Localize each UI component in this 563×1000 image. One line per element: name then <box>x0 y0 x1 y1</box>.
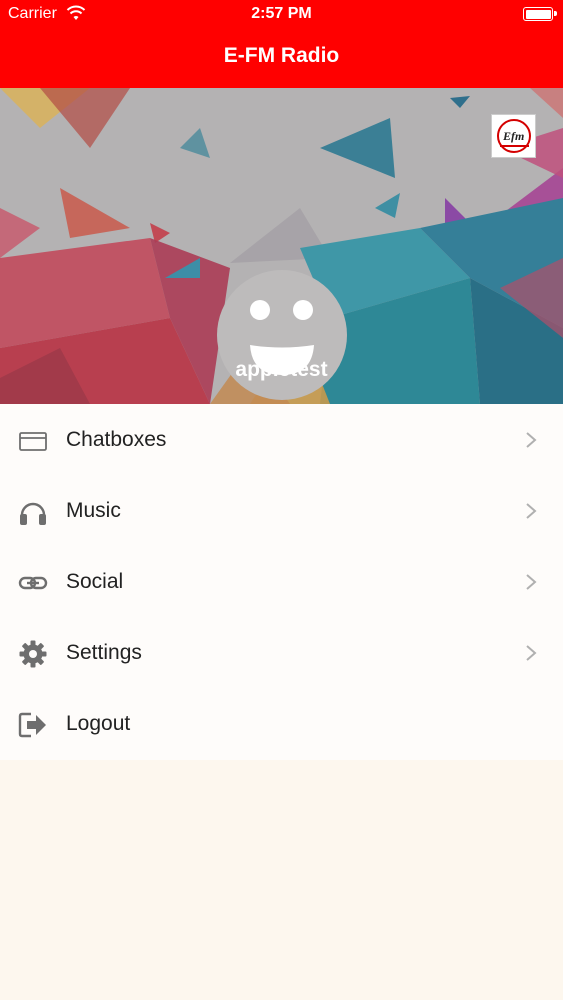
status-time: 2:57 PM <box>251 5 312 22</box>
menu-item-social[interactable]: Social <box>0 546 563 617</box>
menu-item-label: Chatboxes <box>66 428 167 451</box>
menu-item-label: Social <box>66 570 124 593</box>
link-icon <box>18 576 48 590</box>
chevron-right-icon <box>526 574 537 590</box>
logo-text: Efm <box>502 129 524 143</box>
gear-icon <box>19 640 47 668</box>
chevron-right-icon <box>526 432 537 448</box>
menu-item-settings[interactable]: Settings <box>0 617 563 688</box>
menu-item-label: Settings <box>66 641 142 664</box>
profile-header: Efm appletest <box>0 88 563 404</box>
menu-item-label: Music <box>66 499 121 522</box>
side-menu: Chatboxes Music Social Settings Logout <box>0 404 563 760</box>
navigation-bar: E-FM Radio <box>0 30 563 88</box>
efm-logo: Efm <box>491 114 536 158</box>
menu-item-label: Logout <box>66 712 131 735</box>
menu-item-logout[interactable]: Logout <box>0 688 563 759</box>
logout-icon <box>18 712 46 738</box>
username: appletest <box>235 358 328 381</box>
status-bar: Carrier 2:57 PM <box>0 0 563 30</box>
headphones-icon <box>20 502 46 525</box>
empty-area <box>0 760 563 1000</box>
menu-item-chatboxes[interactable]: Chatboxes <box>0 404 563 475</box>
battery-icon <box>523 7 557 21</box>
chatbox-icon <box>19 432 47 451</box>
menu-item-music[interactable]: Music <box>0 475 563 546</box>
chevron-right-icon <box>526 503 537 519</box>
chevron-right-icon <box>526 645 537 661</box>
page-title: E-FM Radio <box>223 44 340 67</box>
